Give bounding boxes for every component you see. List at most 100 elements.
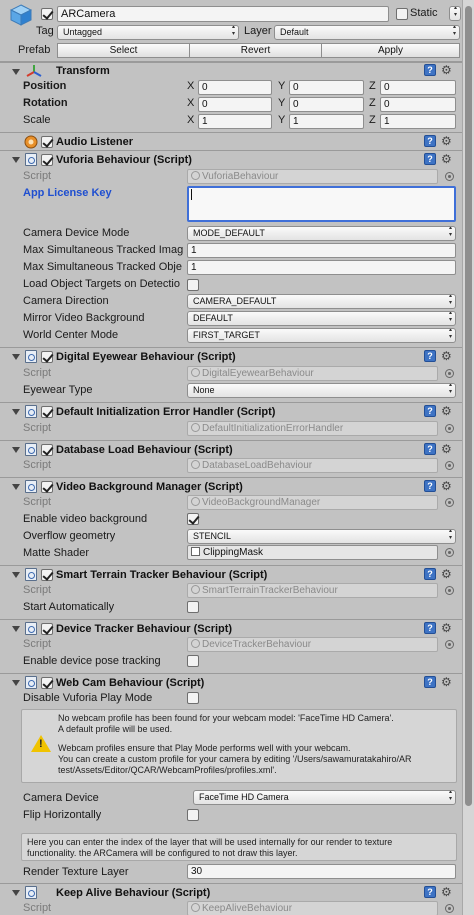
- camera-device-mode-dropdown[interactable]: MODE_DEFAULT: [187, 226, 456, 241]
- max-tracked-objects-field[interactable]: 1: [187, 260, 456, 275]
- eyewear-gear-icon[interactable]: ⚙: [441, 350, 452, 362]
- start-automatically-label: Start Automatically: [23, 601, 115, 613]
- webcam-help-icon[interactable]: ?: [424, 676, 436, 688]
- world-center-mode-dropdown[interactable]: FIRST_TARGET: [187, 328, 456, 343]
- scale-x-axis: X: [187, 114, 195, 126]
- video-bg-gear-icon[interactable]: ⚙: [441, 480, 452, 492]
- device-tracker-foldout-arrow[interactable]: [12, 626, 20, 632]
- device-tracker-help-icon[interactable]: ?: [424, 622, 436, 634]
- keepalive-help-icon[interactable]: ?: [424, 886, 436, 898]
- database-script-picker-icon[interactable]: [445, 461, 454, 470]
- database-gear-icon[interactable]: ⚙: [441, 443, 452, 455]
- mirror-video-background-label: Mirror Video Background: [23, 312, 145, 324]
- video-bg-help-icon[interactable]: ?: [424, 480, 436, 492]
- rotation-x-field[interactable]: 0: [198, 97, 272, 112]
- scrollbar-thumb[interactable]: [465, 6, 472, 806]
- terrain-enabled-checkbox[interactable]: [41, 569, 53, 581]
- vuforia-foldout-arrow[interactable]: [12, 157, 20, 163]
- terrain-gear-icon[interactable]: ⚙: [441, 568, 452, 580]
- keepalive-script-picker-icon[interactable]: [445, 904, 454, 913]
- tag-dropdown[interactable]: Untagged: [57, 25, 239, 40]
- max-tracked-images-field[interactable]: 1: [187, 243, 456, 258]
- camera-device-dropdown[interactable]: FaceTime HD Camera: [193, 790, 456, 805]
- database-title: Database Load Behaviour (Script): [56, 444, 233, 456]
- transform-gear-icon[interactable]: ⚙: [441, 64, 452, 76]
- scale-x-field[interactable]: 1: [198, 114, 272, 129]
- matte-shader-picker-icon[interactable]: [445, 548, 454, 557]
- device-tracker-script-picker-icon[interactable]: [445, 640, 454, 649]
- enable-video-bg-checkbox[interactable]: [187, 513, 199, 525]
- terrain-help-icon[interactable]: ?: [424, 568, 436, 580]
- vuforia-enabled-checkbox[interactable]: [41, 154, 53, 166]
- audio-listener-gear-icon[interactable]: ⚙: [441, 135, 452, 147]
- pose-tracking-checkbox[interactable]: [187, 655, 199, 667]
- load-object-targets-checkbox[interactable]: [187, 279, 199, 291]
- flip-horizontally-checkbox[interactable]: [187, 809, 199, 821]
- object-name-field[interactable]: ARCamera: [57, 6, 389, 22]
- matte-shader-field[interactable]: ClippingMask: [187, 545, 438, 560]
- layer-dropdown[interactable]: Default: [274, 25, 460, 40]
- shader-asset-icon: [191, 547, 200, 556]
- terrain-foldout-arrow[interactable]: [12, 572, 20, 578]
- eyewear-script-picker-icon[interactable]: [445, 369, 454, 378]
- license-key-field[interactable]: [187, 186, 456, 222]
- vuforia-help-icon[interactable]: ?: [424, 153, 436, 165]
- overflow-geometry-dropdown[interactable]: STENCIL: [187, 529, 456, 544]
- transform-help-icon[interactable]: ?: [424, 64, 436, 76]
- transform-foldout-arrow[interactable]: [12, 69, 20, 75]
- init-error-foldout-arrow[interactable]: [12, 409, 20, 415]
- webcam-enabled-checkbox[interactable]: [41, 677, 53, 689]
- scale-y-axis: Y: [278, 114, 286, 126]
- disable-play-mode-checkbox[interactable]: [187, 692, 199, 704]
- prefab-revert-button[interactable]: Revert: [189, 43, 322, 58]
- eyewear-type-dropdown[interactable]: None: [187, 383, 456, 398]
- position-x-axis: X: [187, 80, 195, 92]
- static-checkbox[interactable]: [396, 8, 408, 20]
- static-dropdown[interactable]: [449, 6, 461, 21]
- video-bg-enabled-checkbox[interactable]: [41, 481, 53, 493]
- keepalive-gear-icon[interactable]: ⚙: [441, 886, 452, 898]
- video-bg-foldout-arrow[interactable]: [12, 484, 20, 490]
- rotation-y-field[interactable]: 0: [289, 97, 364, 112]
- scale-y-field[interactable]: 1: [289, 114, 364, 129]
- webcam-foldout-arrow[interactable]: [12, 680, 20, 686]
- eyewear-enabled-checkbox[interactable]: [41, 351, 53, 363]
- video-bg-script-picker-icon[interactable]: [445, 498, 454, 507]
- init-error-help-icon[interactable]: ?: [424, 405, 436, 417]
- device-tracker-script-label: Script: [23, 638, 52, 650]
- device-tracker-enabled-checkbox[interactable]: [41, 623, 53, 635]
- database-help-icon[interactable]: ?: [424, 443, 436, 455]
- inspector-scrollbar[interactable]: [462, 0, 474, 915]
- rotation-x-axis: X: [187, 97, 195, 109]
- keepalive-foldout-arrow[interactable]: [12, 890, 20, 896]
- position-x-field[interactable]: 0: [198, 80, 272, 95]
- position-z-field[interactable]: 0: [380, 80, 456, 95]
- rotation-y-axis: Y: [278, 97, 286, 109]
- prefab-apply-button[interactable]: Apply: [321, 43, 460, 58]
- terrain-script-picker-icon[interactable]: [445, 586, 454, 595]
- render-texture-layer-field[interactable]: 30: [187, 864, 456, 879]
- vuforia-script-picker-icon[interactable]: [445, 172, 454, 181]
- eyewear-help-icon[interactable]: ?: [424, 350, 436, 362]
- prefab-select-button[interactable]: Select: [57, 43, 190, 58]
- audio-listener-help-icon[interactable]: ?: [424, 135, 436, 147]
- max-tracked-images-label: Max Simultaneous Tracked Imag: [23, 244, 184, 256]
- active-checkbox[interactable]: [41, 8, 53, 20]
- audio-listener-enabled-checkbox[interactable]: [41, 136, 53, 148]
- init-error-script-picker-icon[interactable]: [445, 424, 454, 433]
- camera-direction-dropdown[interactable]: CAMERA_DEFAULT: [187, 294, 456, 309]
- init-error-enabled-checkbox[interactable]: [41, 406, 53, 418]
- database-foldout-arrow[interactable]: [12, 447, 20, 453]
- database-enabled-checkbox[interactable]: [41, 444, 53, 456]
- eyewear-foldout-arrow[interactable]: [12, 354, 20, 360]
- position-y-field[interactable]: 0: [289, 80, 364, 95]
- webcam-gear-icon[interactable]: ⚙: [441, 676, 452, 688]
- scale-z-field[interactable]: 1: [380, 114, 456, 129]
- mirror-video-background-dropdown[interactable]: DEFAULT: [187, 311, 456, 326]
- start-automatically-checkbox[interactable]: [187, 601, 199, 613]
- vuforia-gear-icon[interactable]: ⚙: [441, 153, 452, 165]
- rotation-z-field[interactable]: 0: [380, 97, 456, 112]
- init-error-gear-icon[interactable]: ⚙: [441, 405, 452, 417]
- script-asset-icon: [191, 639, 200, 648]
- device-tracker-gear-icon[interactable]: ⚙: [441, 622, 452, 634]
